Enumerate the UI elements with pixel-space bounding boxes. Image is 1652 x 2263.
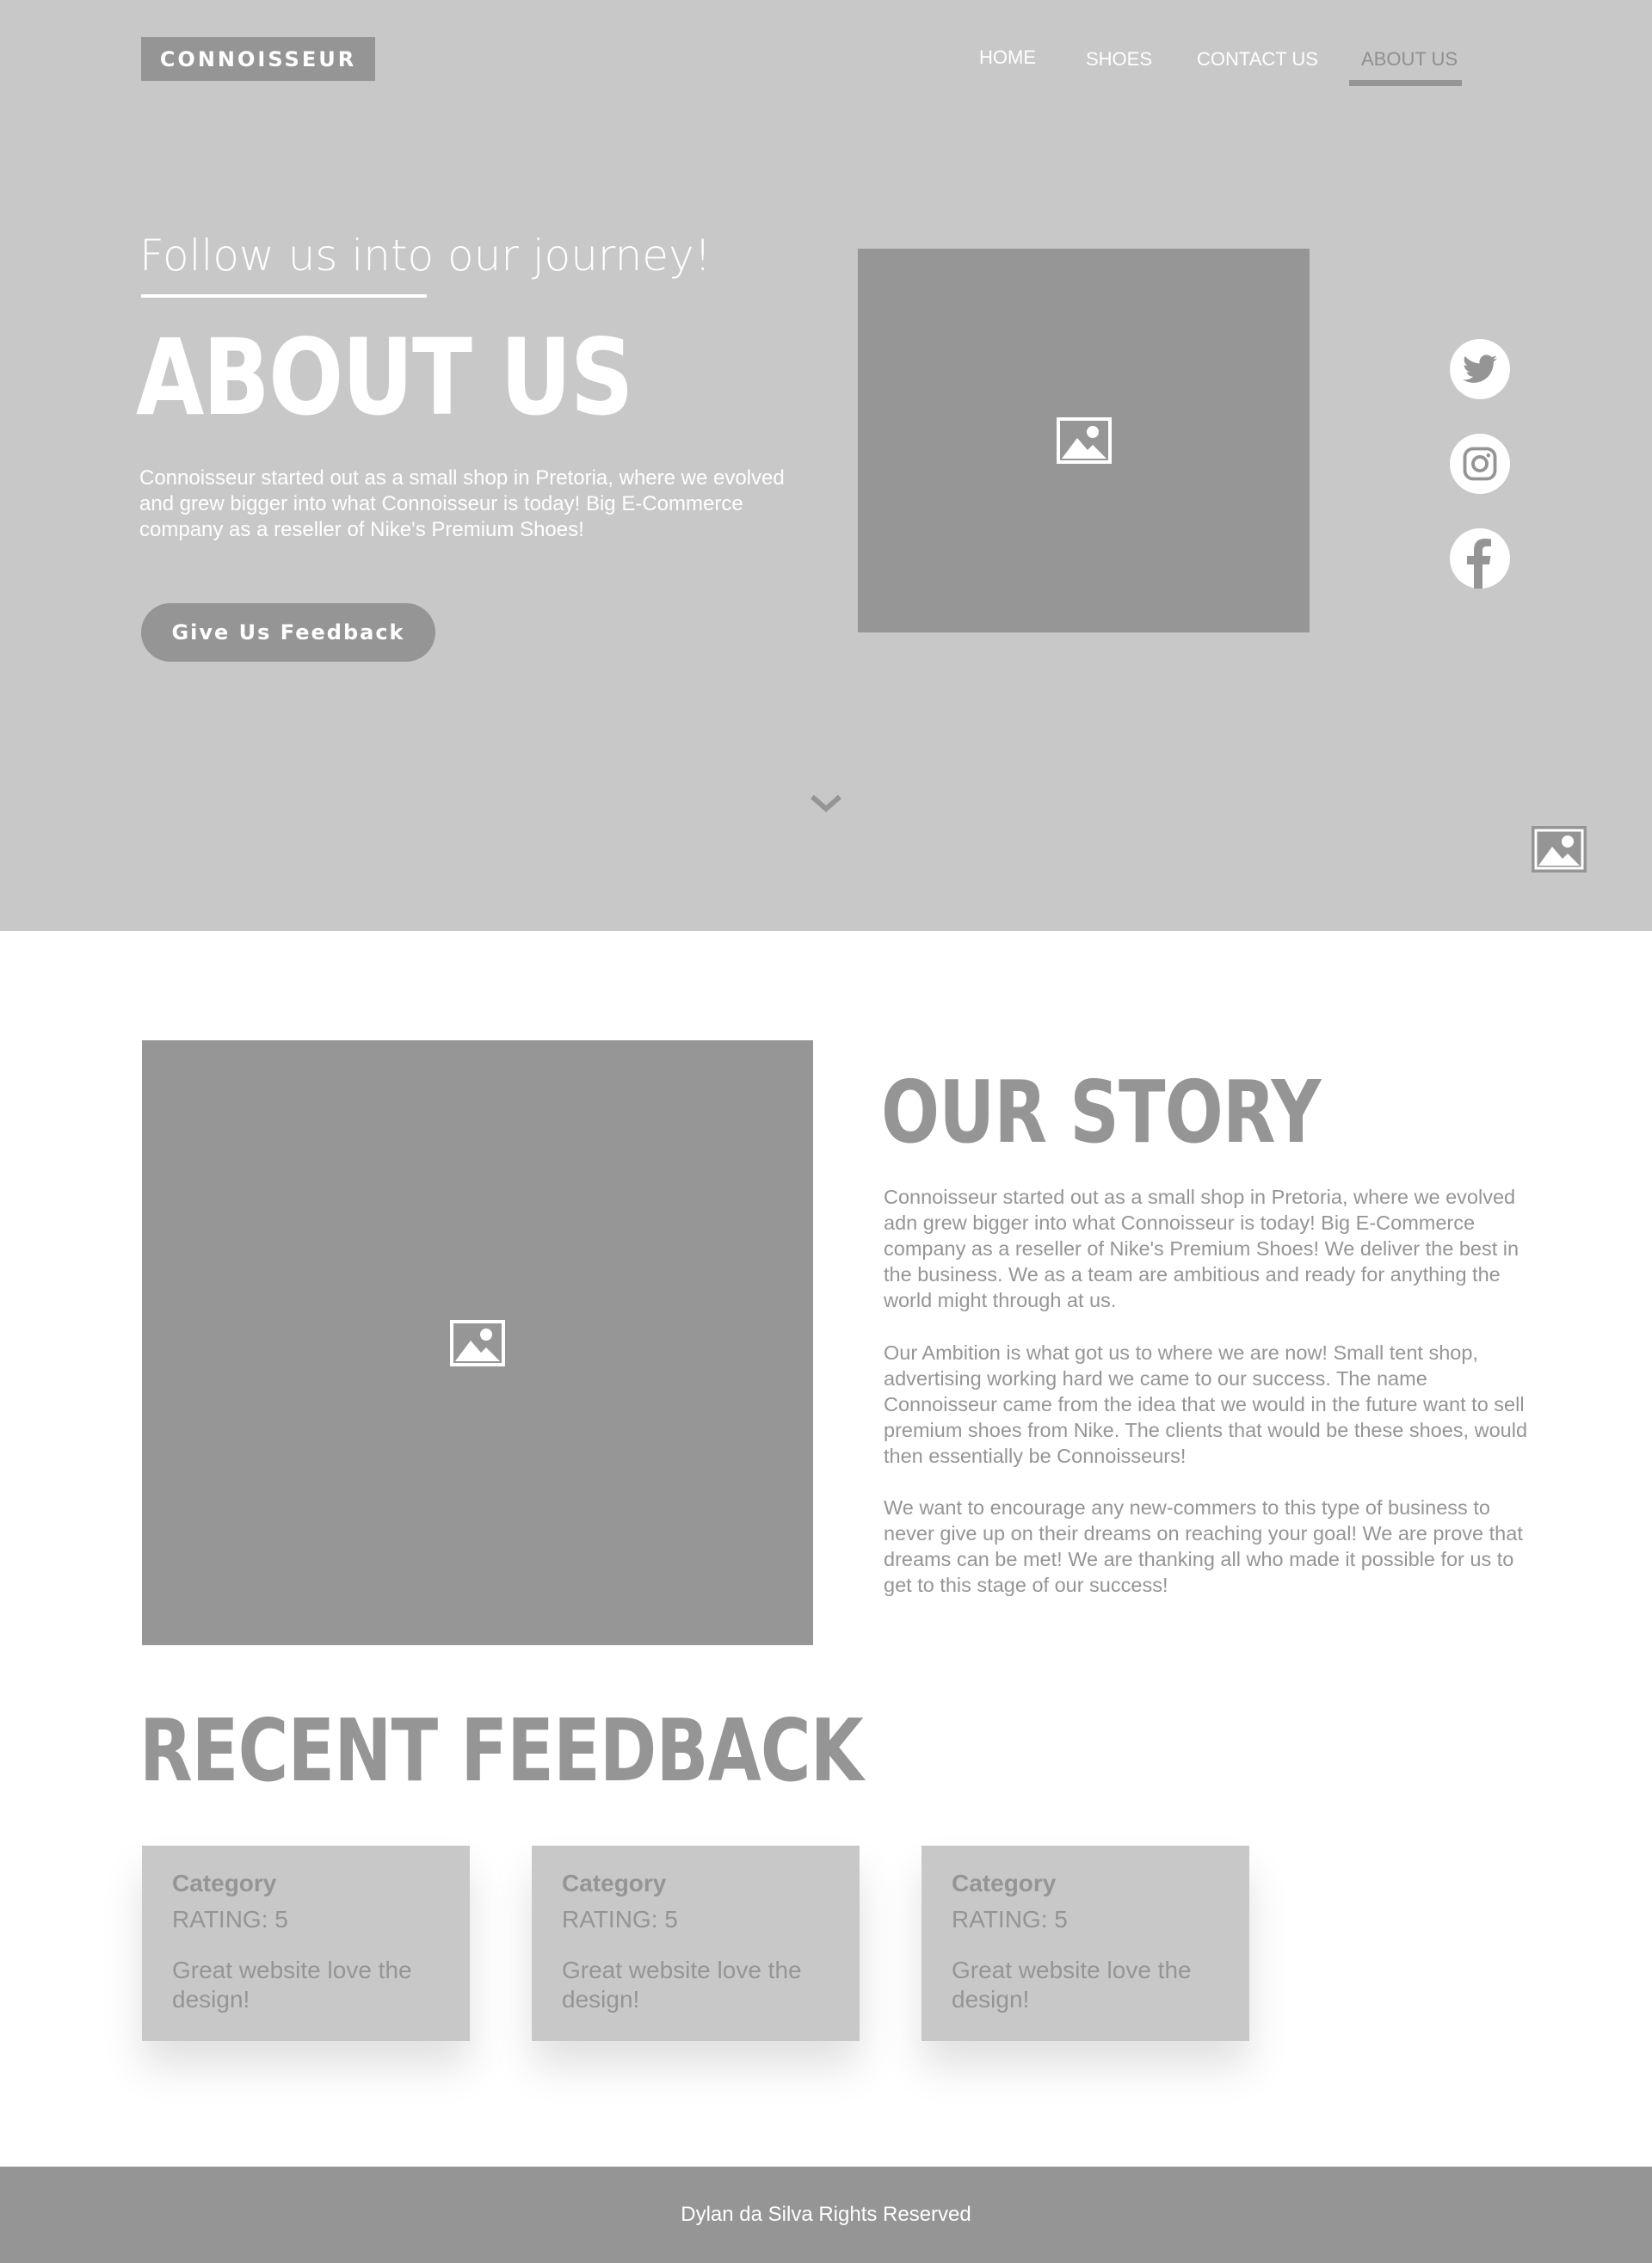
facebook-icon[interactable] bbox=[1450, 528, 1510, 589]
image-icon bbox=[1056, 417, 1112, 464]
feedback-text: Great website love the design! bbox=[172, 1957, 412, 2013]
feedback-category: Category bbox=[952, 1870, 1057, 1896]
image-icon bbox=[1532, 826, 1587, 873]
nav-active-indicator bbox=[1349, 80, 1462, 86]
feedback-category: Category bbox=[172, 1870, 277, 1896]
instagram-icon[interactable] bbox=[1450, 434, 1510, 494]
page-title: ABOUT US bbox=[136, 317, 634, 439]
feedback-card: Category RATING: 5 Great website love th… bbox=[142, 1846, 470, 2041]
feedback-rating: RATING: 5 bbox=[172, 1906, 288, 1933]
story-title: OUR STORY bbox=[881, 1062, 1321, 1162]
hero-image-placeholder bbox=[858, 249, 1310, 632]
main-nav: HOME SHOES CONTACT US ABOUT US bbox=[0, 45, 1652, 96]
image-icon bbox=[450, 1319, 505, 1366]
tagline-underline bbox=[141, 294, 427, 298]
feedback-category: Category bbox=[562, 1870, 667, 1896]
feedback-text: Great website love the design! bbox=[952, 1957, 1192, 2013]
hero-tagline: Follow us into our journey! bbox=[139, 231, 712, 281]
nav-contact-us[interactable]: CONTACT US bbox=[1197, 48, 1318, 71]
hero-section: CONNOISSEUR HOME SHOES CONTACT US ABOUT … bbox=[0, 0, 1652, 931]
footer-copyright: Dylan da Silva Rights Reserved bbox=[681, 2203, 971, 2226]
feedback-rating: RATING: 5 bbox=[952, 1906, 1068, 1933]
nav-shoes[interactable]: SHOES bbox=[1086, 48, 1152, 71]
story-paragraph: Our Ambition is what got us to where we … bbox=[884, 1341, 1528, 1467]
hero-description: Connoisseur started out as a small shop … bbox=[139, 466, 785, 541]
story-paragraph: We want to encourage any new-commers to … bbox=[884, 1496, 1523, 1596]
give-feedback-button[interactable]: Give Us Feedback bbox=[141, 603, 435, 662]
story-paragraph: Connoisseur started out as a small shop … bbox=[884, 1186, 1519, 1311]
feedback-text: Great website love the design! bbox=[562, 1957, 802, 2013]
feedback-card: Category RATING: 5 Great website love th… bbox=[922, 1846, 1249, 2041]
chevron-down-icon[interactable] bbox=[809, 790, 843, 816]
nav-home[interactable]: HOME bbox=[979, 46, 1036, 69]
twitter-icon[interactable] bbox=[1450, 339, 1510, 399]
feedback-card: Category RATING: 5 Great website love th… bbox=[532, 1846, 860, 2041]
footer: Dylan da Silva Rights Reserved bbox=[0, 2167, 1652, 2263]
feedback-title: RECENT FEEDBACK bbox=[139, 1700, 864, 1801]
feedback-rating: RATING: 5 bbox=[562, 1906, 678, 1933]
nav-about-us[interactable]: ABOUT US bbox=[1361, 48, 1458, 71]
story-image-placeholder bbox=[142, 1040, 813, 1645]
